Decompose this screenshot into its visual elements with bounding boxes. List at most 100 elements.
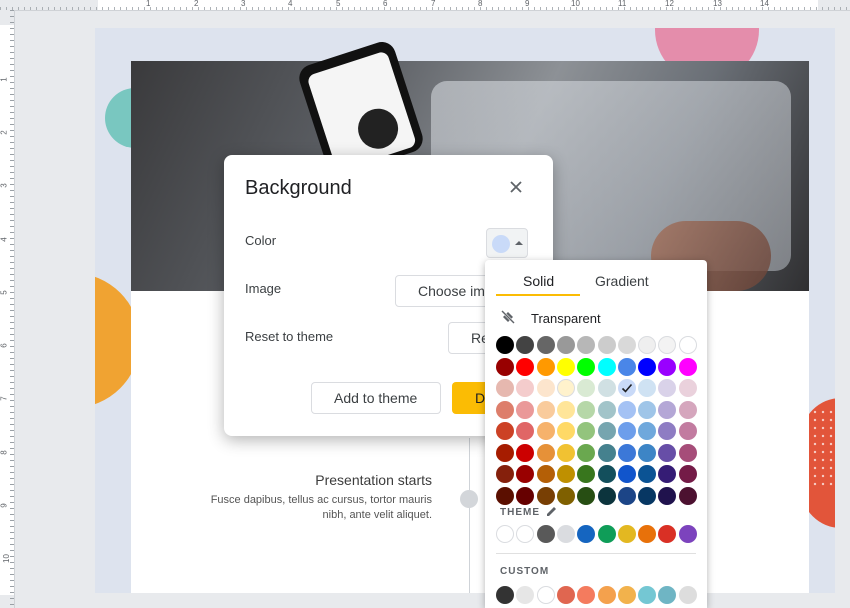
color-swatch[interactable]	[496, 443, 514, 462]
color-swatch[interactable]	[556, 422, 575, 440]
color-swatch[interactable]	[617, 336, 636, 354]
color-swatch[interactable]	[617, 586, 636, 604]
color-swatch[interactable]	[617, 525, 636, 543]
color-swatch[interactable]	[638, 525, 657, 543]
color-swatch[interactable]	[597, 465, 616, 483]
color-swatch[interactable]	[556, 465, 575, 483]
color-swatch[interactable]	[556, 525, 575, 543]
color-swatch[interactable]	[516, 400, 535, 419]
color-swatch[interactable]	[678, 525, 697, 543]
color-swatch[interactable]	[638, 400, 657, 419]
color-swatch[interactable]	[577, 525, 596, 543]
color-swatch[interactable]	[658, 357, 677, 376]
color-swatch[interactable]	[597, 400, 616, 419]
color-swatch[interactable]	[516, 357, 535, 376]
color-swatch[interactable]	[577, 379, 596, 397]
color-swatch[interactable]	[638, 486, 657, 505]
color-swatch[interactable]	[536, 379, 555, 397]
color-swatch[interactable]	[577, 422, 596, 440]
color-swatch[interactable]	[516, 422, 535, 440]
color-swatch[interactable]	[678, 336, 697, 354]
color-swatch[interactable]	[658, 486, 677, 505]
color-swatch[interactable]	[536, 486, 555, 505]
choose-image-button[interactable]: Choose image	[395, 275, 495, 307]
color-swatch[interactable]	[638, 443, 657, 462]
tab-gradient[interactable]: Gradient	[595, 273, 649, 289]
color-swatch[interactable]	[597, 443, 616, 462]
close-button[interactable]	[506, 177, 526, 197]
color-swatch[interactable]	[658, 465, 677, 483]
color-swatch[interactable]	[617, 465, 636, 483]
color-swatch[interactable]	[658, 379, 677, 397]
color-swatch[interactable]	[516, 379, 535, 397]
color-swatch[interactable]	[638, 422, 657, 440]
color-swatch[interactable]	[658, 525, 677, 543]
color-swatch[interactable]	[597, 379, 616, 397]
color-swatch[interactable]	[597, 586, 616, 604]
color-swatch[interactable]	[617, 422, 636, 440]
color-swatch[interactable]	[597, 422, 616, 440]
color-swatch[interactable]	[577, 400, 596, 419]
color-swatch[interactable]	[638, 336, 657, 354]
color-swatch[interactable]	[678, 443, 697, 462]
color-swatch[interactable]	[516, 586, 535, 604]
color-swatch[interactable]	[496, 422, 514, 440]
color-swatch[interactable]	[536, 465, 555, 483]
color-swatch[interactable]	[638, 379, 657, 397]
color-swatch[interactable]	[617, 486, 636, 505]
color-swatch[interactable]	[678, 357, 697, 376]
color-swatch[interactable]	[617, 400, 636, 419]
color-swatch[interactable]	[536, 422, 555, 440]
tab-solid[interactable]: Solid	[523, 273, 554, 289]
color-swatch[interactable]	[496, 336, 514, 354]
color-swatch[interactable]	[597, 357, 616, 376]
edit-pencil-icon[interactable]	[545, 504, 559, 518]
color-swatch[interactable]	[577, 486, 596, 505]
color-swatch[interactable]	[496, 357, 514, 376]
color-swatch[interactable]	[617, 357, 636, 376]
color-swatch[interactable]	[556, 586, 575, 604]
color-swatch[interactable]	[516, 443, 535, 462]
color-swatch[interactable]	[496, 525, 514, 543]
color-swatch[interactable]	[556, 379, 575, 397]
color-swatch[interactable]	[556, 357, 575, 376]
color-swatch[interactable]	[516, 336, 535, 354]
color-swatch[interactable]	[658, 422, 677, 440]
color-swatch[interactable]	[638, 586, 657, 604]
color-swatch[interactable]	[496, 586, 514, 604]
color-swatch[interactable]	[658, 443, 677, 462]
color-swatch[interactable]	[536, 525, 555, 543]
color-swatch[interactable]	[658, 336, 677, 354]
color-swatch[interactable]	[556, 443, 575, 462]
color-swatch[interactable]	[597, 336, 616, 354]
add-to-theme-button[interactable]: Add to theme	[311, 382, 441, 414]
presentation-starts-body[interactable]: Fusce dapibus, tellus ac cursus, tortor …	[192, 493, 432, 523]
color-swatch[interactable]	[496, 486, 514, 505]
color-swatch[interactable]	[556, 400, 575, 419]
color-swatch[interactable]	[536, 443, 555, 462]
color-swatch[interactable]	[516, 525, 535, 543]
color-swatch[interactable]	[577, 586, 596, 604]
color-swatch[interactable]	[658, 400, 677, 419]
color-swatch[interactable]	[678, 586, 697, 604]
color-swatch[interactable]	[678, 422, 697, 440]
color-swatch[interactable]	[577, 443, 596, 462]
color-swatch[interactable]	[577, 336, 596, 354]
color-swatch[interactable]	[678, 379, 697, 397]
color-swatch[interactable]	[678, 465, 697, 483]
color-swatch[interactable]	[496, 379, 514, 397]
color-swatch[interactable]	[536, 586, 555, 604]
color-swatch[interactable]	[496, 400, 514, 419]
presentation-starts-heading[interactable]: Presentation starts	[315, 472, 432, 488]
color-swatch[interactable]	[556, 486, 575, 505]
color-swatch[interactable]	[617, 443, 636, 462]
color-swatch[interactable]	[678, 486, 697, 505]
color-swatch[interactable]	[516, 465, 535, 483]
color-swatch[interactable]	[597, 525, 616, 543]
color-swatch[interactable]	[638, 357, 657, 376]
color-swatch[interactable]	[536, 400, 555, 419]
color-swatch[interactable]	[577, 357, 596, 376]
color-swatch[interactable]	[638, 465, 657, 483]
color-dropdown-button[interactable]	[486, 228, 528, 258]
color-swatch[interactable]	[536, 357, 555, 376]
